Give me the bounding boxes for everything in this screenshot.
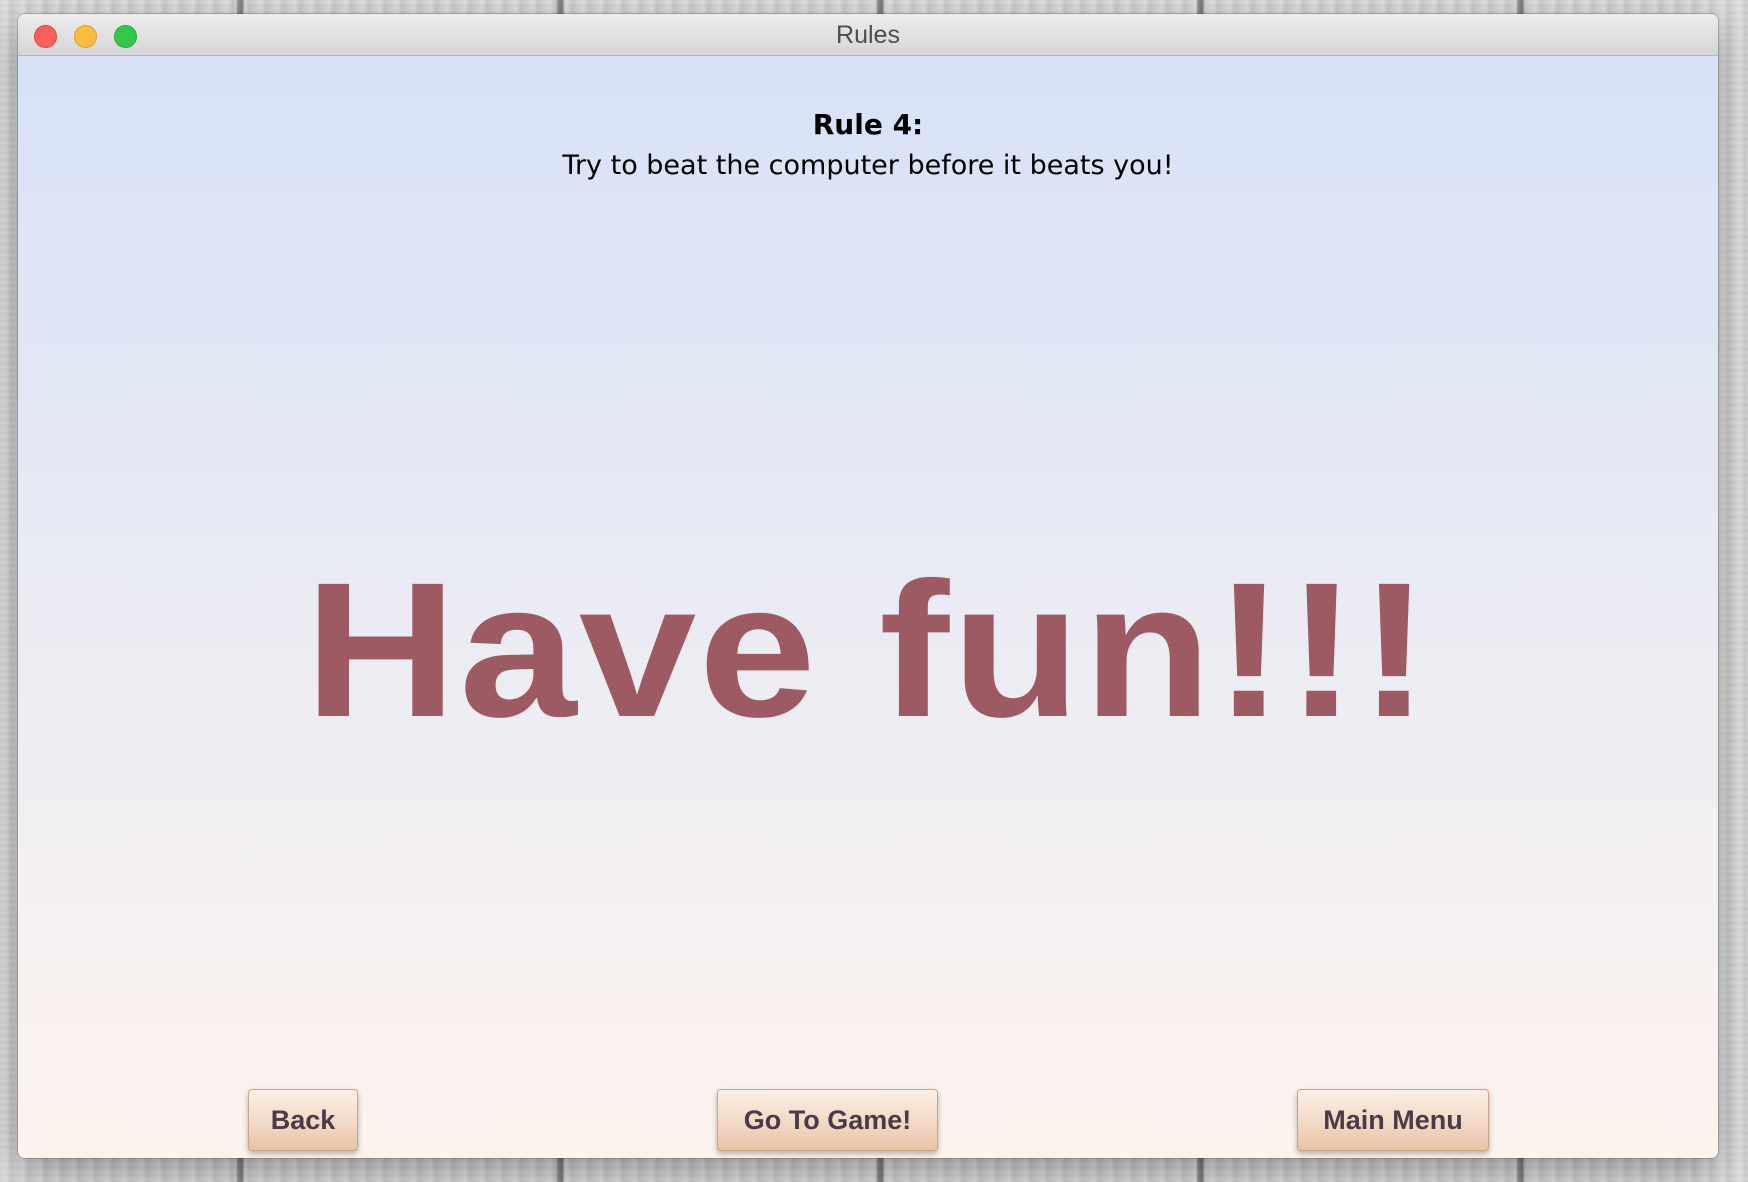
back-button[interactable]: Back — [248, 1089, 358, 1151]
title-bar[interactable]: Rules — [18, 14, 1718, 56]
main-menu-button[interactable]: Main Menu — [1297, 1089, 1489, 1151]
rule-text: Try to beat the computer before it beats… — [562, 150, 1174, 181]
rules-content: Rule 4: Try to beat the computer before … — [18, 56, 1718, 1158]
window-title: Rules — [836, 21, 900, 49]
have-fun-message: Have fun!!! — [304, 542, 1432, 757]
rules-window: Rules Rule 4: Try to beat the computer b… — [18, 14, 1718, 1158]
rule-heading: Rule 4: — [812, 108, 924, 141]
go-to-game-button[interactable]: Go To Game! — [717, 1089, 938, 1151]
